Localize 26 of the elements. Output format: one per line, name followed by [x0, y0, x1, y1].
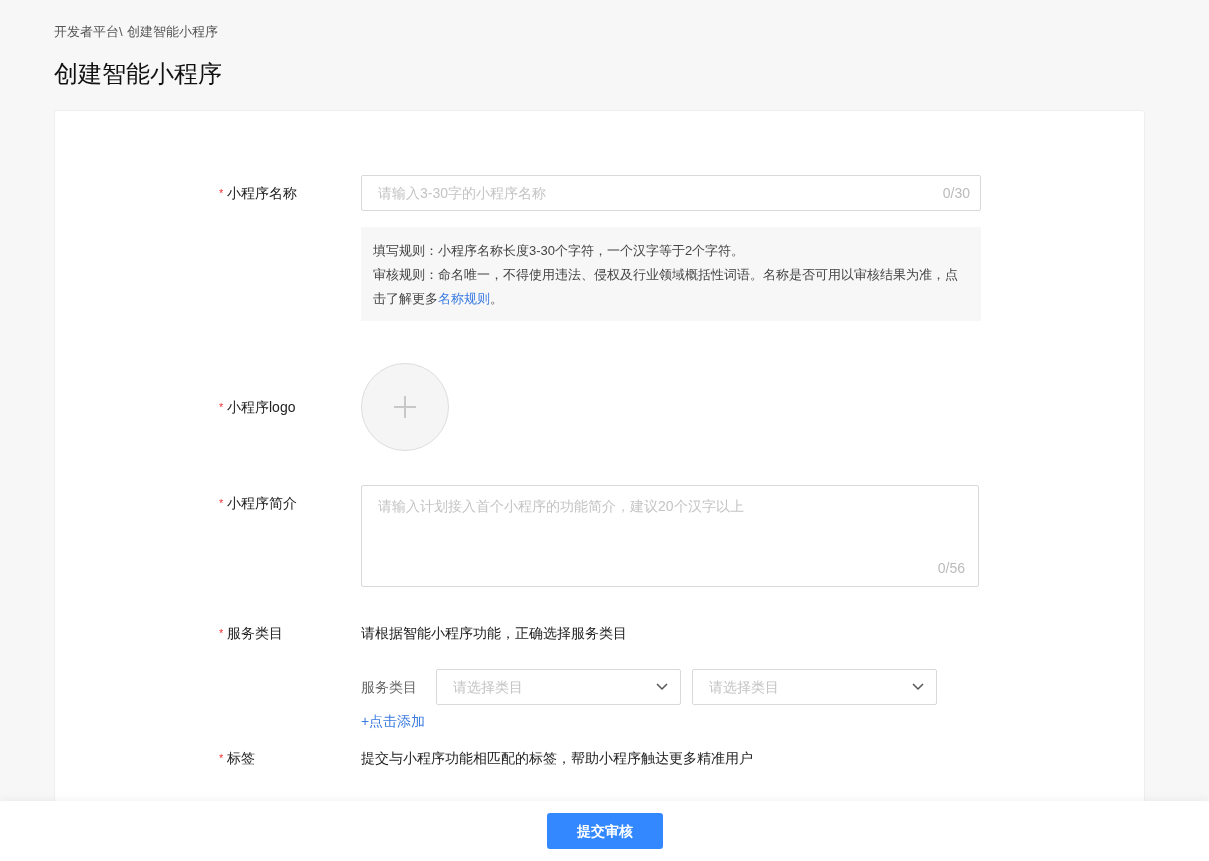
rules-link[interactable]: 名称规则	[438, 291, 490, 307]
hint-text: 提交与小程序功能相匹配的标签，帮助小程序触达更多精准用户	[361, 749, 754, 769]
required-mark: *	[219, 626, 224, 642]
select-label: 服务类目	[361, 677, 418, 697]
hint-text: 请根据智能小程序功能，正确选择服务类目	[361, 624, 628, 644]
field-label: 小程序名称	[227, 185, 297, 202]
required-mark: *	[219, 751, 224, 767]
add-category-link[interactable]: +点击添加	[361, 711, 426, 733]
field-label: 小程序logo	[227, 399, 296, 416]
plus-icon	[393, 395, 417, 420]
submit-button[interactable]: 提交审核	[546, 813, 663, 849]
breadcrumb-link[interactable]: 开发者平台\	[54, 22, 123, 42]
required-mark: *	[219, 496, 224, 512]
field-label: 标签	[227, 750, 255, 767]
rule-text: 填写规则：小程序名称长度3-30个字符，一个汉字等于2个字符。	[373, 242, 746, 261]
required-mark: *	[219, 400, 224, 416]
chevron-down-icon	[656, 683, 668, 692]
field-label: 小程序简介	[227, 495, 297, 512]
chevron-down-icon	[912, 683, 924, 692]
required-mark: *	[219, 186, 224, 202]
char-counter: 0/30	[942, 184, 970, 204]
rule-text: 审核规则：命名唯一，不得使用违法、侵权及行业领域概括性词语。名称是否可用以审核结果为准，点击了解更多名称规则。	[373, 266, 959, 309]
field-label: 服务类目	[227, 625, 283, 642]
page-title: 创建智能小程序	[54, 59, 223, 89]
breadcrumb-current: 创建智能小程序	[126, 23, 218, 41]
char-counter: 0/56	[937, 559, 965, 579]
